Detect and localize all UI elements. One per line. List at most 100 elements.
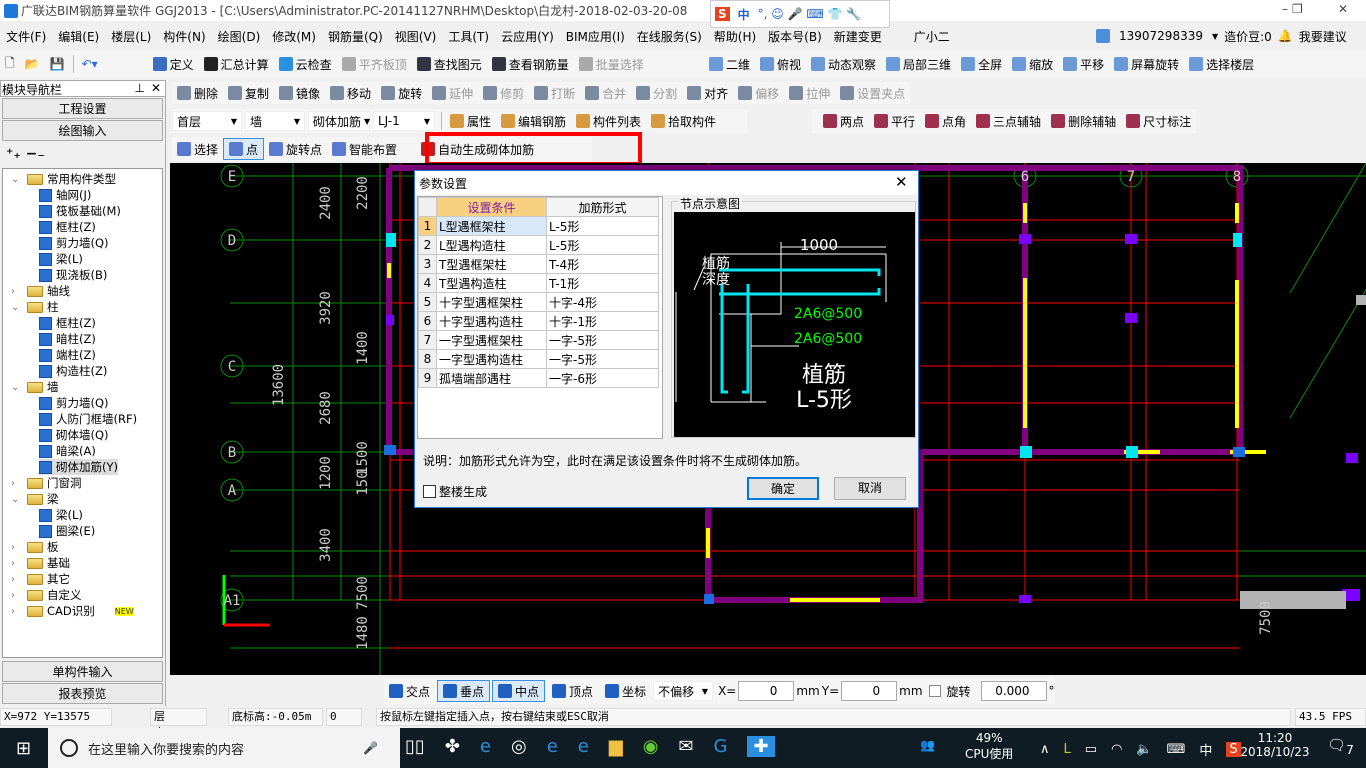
tree-item-12[interactable]: 构造柱(Z) [39, 363, 107, 379]
chevron-right-icon[interactable]: › [11, 590, 27, 601]
tree-item-20[interactable]: ⌄ 梁 [11, 491, 59, 507]
menu-item-13[interactable]: 版本号(B) [762, 28, 828, 45]
tray-expand-icon[interactable]: ∧ [1040, 742, 1050, 757]
axis-button-1[interactable]: 平行 [869, 110, 920, 132]
rotate-checkbox[interactable] [928, 685, 941, 697]
tree-item-15[interactable]: 人防门框墙(RF) [39, 411, 137, 427]
chevron-right-icon[interactable]: › [11, 574, 27, 585]
tree-item-6[interactable]: 现浇板(B) [39, 267, 107, 283]
open-file-button[interactable]: 📂 [20, 53, 45, 75]
glodon-icon[interactable]: G [714, 736, 728, 757]
chevron-right-icon[interactable]: › [11, 558, 27, 569]
table-row[interactable]: 2 L型遇构造柱 L-5形 [418, 235, 659, 255]
draw-button-3[interactable]: 智能布置 [327, 138, 402, 160]
x-input[interactable]: 0 [738, 681, 795, 701]
close-button[interactable]: ✕ [1338, 2, 1348, 16]
toolbar1-button-0[interactable]: 定义 [148, 53, 199, 75]
folder-icon[interactable]: ▆ [609, 736, 623, 757]
tree-item-14[interactable]: 剪力墙(Q) [39, 395, 109, 411]
tree-item-0[interactable]: ⌄ 常用构件类型 [11, 171, 116, 187]
tree-item-16[interactable]: 砌体墙(Q) [39, 427, 109, 443]
tree-item-11[interactable]: 端柱(Z) [39, 347, 96, 363]
chevron-right-icon[interactable]: › [11, 542, 27, 553]
tree-item-24[interactable]: › 基础 [11, 555, 70, 571]
draw-button-2[interactable]: 旋转点 [264, 138, 327, 160]
app-bell-icon[interactable]: ◎ [511, 736, 527, 757]
view-button-5[interactable]: 缩放 [1007, 53, 1058, 75]
view-button-1[interactable]: 俯视 [755, 53, 806, 75]
tree-item-27[interactable]: › CAD识别 NEW [11, 603, 134, 619]
table-row[interactable]: 4 T型遇构造柱 T-1形 [418, 273, 659, 293]
tree-item-19[interactable]: › 门窗洞 [11, 475, 82, 491]
component-button-0[interactable]: 属性 [445, 110, 496, 132]
ie-icon[interactable]: e [480, 736, 491, 757]
new-file-button[interactable]: 🗋 [0, 53, 20, 75]
menu-item-0[interactable]: 文件(F) [0, 28, 52, 45]
dialog-close-button[interactable]: ✕ [895, 173, 908, 191]
minimize-button[interactable]: – [1282, 2, 1288, 16]
toolbar1-button-3[interactable]: 平齐板顶 [337, 53, 412, 75]
table-row[interactable]: 5 十字型遇框架柱 十字-4形 [418, 292, 659, 312]
draw-button-0[interactable]: 选择 [172, 138, 223, 160]
edit-button-8[interactable]: 合并 [580, 82, 631, 104]
y-input[interactable]: 0 [841, 681, 898, 701]
volume-icon[interactable]: 🔈 [1136, 742, 1152, 757]
snap-button-4[interactable]: 坐标 [600, 680, 651, 702]
close-panel-icon[interactable]: ✕ [151, 81, 161, 95]
edit-button-4[interactable]: 旋转 [376, 82, 427, 104]
tree-item-23[interactable]: › 板 [11, 539, 59, 555]
toolbar1-button-5[interactable]: 查看钢筋量 [487, 53, 574, 75]
tree-item-17[interactable]: 暗梁(A) [39, 443, 96, 459]
snap-button-2[interactable]: 中点 [492, 680, 546, 702]
tree-item-22[interactable]: 圈梁(E) [39, 523, 95, 539]
edge-icon[interactable]: e [547, 736, 558, 757]
subtype-select[interactable]: 砌体加筋 ▼ [308, 111, 370, 131]
windows-start-icon[interactable]: ⊞ [16, 738, 31, 759]
bell-icon[interactable]: 🔔 [1278, 29, 1293, 43]
nav-draw-input[interactable]: 绘图输入 [2, 120, 163, 141]
edit-button-6[interactable]: 修剪 [478, 82, 529, 104]
sogou-icon[interactable]: S [1226, 742, 1241, 757]
snap-button-3[interactable]: 顶点 [547, 680, 598, 702]
form-cell[interactable]: 十字-4形 [546, 292, 659, 312]
table-row[interactable]: 1 L型遇框架柱 L-5形 [418, 216, 659, 236]
view-button-4[interactable]: 全屏 [956, 53, 1007, 75]
chevron-down-icon[interactable]: ⌄ [11, 382, 27, 393]
restore-button[interactable]: ❐ [1292, 2, 1303, 16]
menu-item-6[interactable]: 钢筋量(Q) [322, 28, 389, 45]
edit-button-7[interactable]: 打断 [529, 82, 580, 104]
notification-icon[interactable]: 🗨7 [1327, 736, 1354, 757]
tree-item-2[interactable]: 筏板基础(M) [39, 203, 121, 219]
tree-item-4[interactable]: 剪力墙(Q) [39, 235, 109, 251]
chevron-down-icon[interactable]: ⌄ [11, 494, 27, 505]
draw-button-1[interactable]: 点 [223, 138, 265, 160]
chevron-down-icon[interactable]: ⌄ [11, 302, 27, 313]
tree-item-1[interactable]: 轴网(J) [39, 187, 91, 203]
edit-button-12[interactable]: 拉伸 [784, 82, 835, 104]
view-button-6[interactable]: 平移 [1058, 53, 1109, 75]
game-icon[interactable]: L [1064, 742, 1071, 757]
form-cell[interactable]: L-5形 [546, 235, 659, 255]
undo-button[interactable]: ↶▾ [77, 53, 103, 75]
axis-button-5[interactable]: 尺寸标注 [1121, 110, 1196, 132]
menu-item-8[interactable]: 工具(T) [442, 28, 495, 45]
table-row[interactable]: 8 一字型遇构造柱 一字-5形 [418, 349, 659, 369]
tree-item-25[interactable]: › 其它 [11, 571, 70, 587]
axis-button-4[interactable]: 删除辅轴 [1046, 110, 1121, 132]
chevron-down-icon[interactable]: ⌄ [11, 174, 27, 185]
menu-item-1[interactable]: 编辑(E) [52, 28, 105, 45]
table-row[interactable]: 6 十字型遇构造柱 十字-1形 [418, 311, 659, 331]
task-view-icon[interactable]: ▯▯ [405, 736, 425, 757]
angle-input[interactable]: 0.000 [980, 681, 1047, 701]
chevron-right-icon[interactable]: › [11, 478, 27, 489]
toolbar1-button-1[interactable]: 汇总计算 [199, 53, 274, 75]
view-button-7[interactable]: 屏幕旋转 [1109, 53, 1184, 75]
tree-item-3[interactable]: 框柱(Z) [39, 219, 96, 235]
toolbar1-button-4[interactable]: 查找图元 [412, 53, 487, 75]
edit-button-2[interactable]: 镜像 [274, 82, 325, 104]
tree-item-18[interactable]: 砌体加筋(Y) [39, 459, 118, 475]
tree-item-5[interactable]: 梁(L) [39, 251, 83, 267]
menu-item-15[interactable]: 广小二 [908, 28, 956, 45]
tree-item-13[interactable]: ⌄ 墙 [11, 379, 59, 395]
tree-item-26[interactable]: › 自定义 [11, 587, 82, 603]
